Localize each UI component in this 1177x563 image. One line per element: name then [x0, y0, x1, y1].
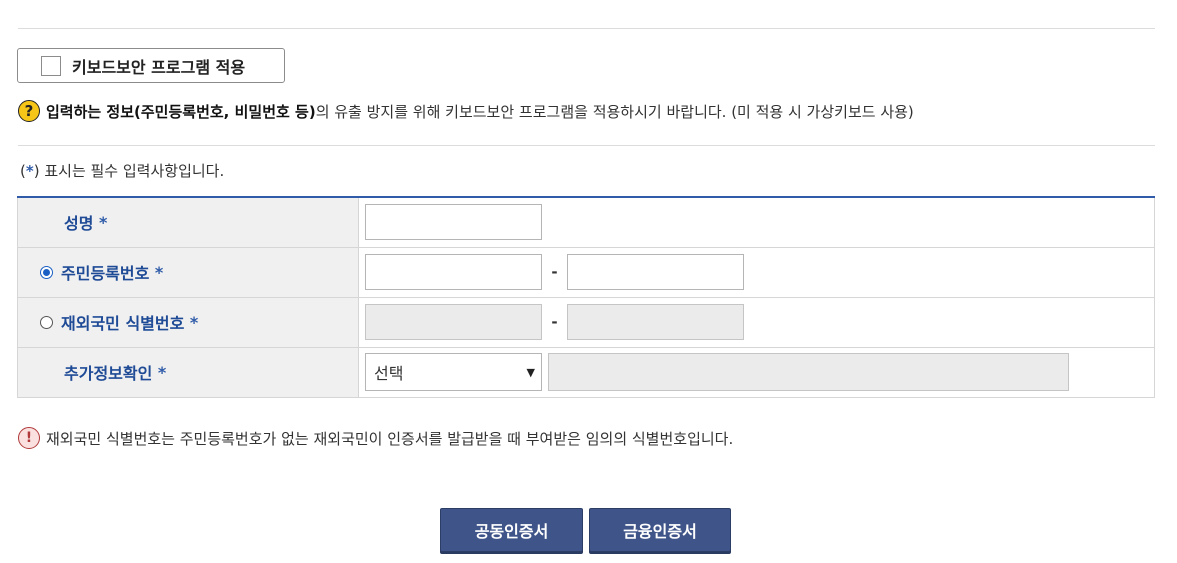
- resident-number-option[interactable]: 주민등록번호 *: [18, 260, 358, 284]
- checkbox-icon[interactable]: [41, 55, 61, 76]
- required-note: (*) 표시는 필수 입력사항입니다.: [20, 162, 225, 180]
- exclamation-icon: !: [18, 427, 40, 449]
- dash-separator: -: [551, 313, 558, 331]
- extra-info-input: [548, 353, 1069, 391]
- keyboard-security-label: 키보드보안 프로그램 적용: [72, 57, 246, 77]
- radio-selected-icon[interactable]: [40, 265, 53, 279]
- required-star-icon: *: [157, 362, 167, 382]
- keyboard-security-checkbox[interactable]: 키보드보안 프로그램 적용: [17, 48, 285, 83]
- overseas-info-note: ! 재외국민 식별번호는 주민등록번호가 없는 재외국민이 인증서를 발급받을 …: [18, 427, 733, 449]
- dropdown-arrow-icon[interactable]: ▼: [527, 366, 535, 379]
- extra-info-label: 추가정보확인 *: [64, 362, 167, 384]
- table-row: 추가정보확인 * 선택 ▼: [17, 346, 1155, 398]
- required-star-icon: *: [99, 212, 108, 232]
- overseas-number-option[interactable]: 재외국민 식별번호 *: [18, 310, 358, 334]
- notice-bold-text: 입력하는 정보(주민등록번호, 비밀번호 등): [46, 102, 316, 121]
- required-star-icon: *: [154, 262, 164, 282]
- notice-text: 의 유출 방지를 위해 키보드보안 프로그램을 적용하시기 바랍니다. (미 적…: [315, 102, 914, 121]
- name-input[interactable]: [365, 204, 542, 241]
- select-value: 선택: [374, 364, 404, 383]
- keyboard-notice: ? 입력하는 정보(주민등록번호, 비밀번호 등) 의 유출 방지를 위해 키보…: [18, 100, 914, 122]
- required-star-icon: *: [189, 312, 199, 332]
- dash-separator: -: [551, 263, 558, 281]
- table-row: 주민등록번호 * -: [17, 246, 1155, 298]
- required-star-icon: *: [25, 162, 34, 180]
- overseas-number-front-input: [365, 304, 542, 340]
- table-row: 성명 *: [17, 196, 1155, 248]
- table-row: 재외국민 식별번호 * -: [17, 296, 1155, 348]
- info-text: 재외국민 식별번호는 주민등록번호가 없는 재외국민이 인증서를 발급받을 때 …: [46, 429, 734, 448]
- name-label: 성명 *: [64, 212, 108, 234]
- overseas-number-back-input: [567, 304, 744, 340]
- financial-certificate-button[interactable]: 금융인증서: [589, 508, 731, 552]
- joint-certificate-button[interactable]: 공동인증서: [440, 508, 583, 552]
- radio-unselected-icon[interactable]: [40, 315, 53, 329]
- question-icon: ?: [18, 100, 40, 122]
- middle-divider: [18, 145, 1155, 146]
- extra-info-select[interactable]: 선택 ▼: [365, 353, 542, 391]
- identity-form-table: 성명 * 주민등록번호 * - 재외국민 식별번호 * - 추가정보확인 * 선…: [17, 196, 1155, 398]
- resident-number-back-input[interactable]: [567, 254, 744, 290]
- top-divider: [18, 28, 1155, 29]
- resident-number-front-input[interactable]: [365, 254, 542, 290]
